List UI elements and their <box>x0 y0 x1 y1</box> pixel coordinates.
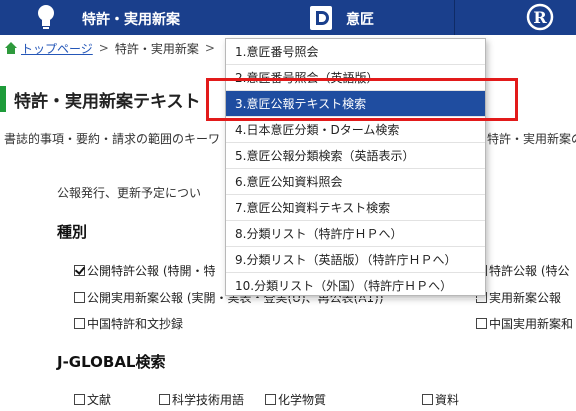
page-title-text: 特許・実用新案テキスト <box>14 91 201 112</box>
nav-design-label: 意匠 <box>346 12 374 28</box>
design-dropdown-menu: 1.意匠番号照会 2.意匠番号照会（英語版） 3.意匠公報テキスト検索 4.日本… <box>225 38 486 299</box>
checkbox-label: 実用新案公報 <box>489 291 562 305</box>
nav-divider <box>454 0 455 35</box>
menu-item-classification-list-english[interactable]: 9.分類リスト（英語版）（特許庁ＨＰへ） <box>226 247 485 273</box>
checkbox-row[interactable]: 化学物質 <box>265 391 326 408</box>
checkbox-label: 中国実用新案和 <box>489 317 574 331</box>
checkbox-row[interactable]: 文献 <box>74 391 111 408</box>
checkbox-label: 科学技術用語 <box>172 393 245 407</box>
checkbox[interactable] <box>74 292 85 303</box>
home-icon <box>5 42 17 54</box>
checkbox-label: 特許公報 (特公 <box>489 264 570 278</box>
breadcrumb-home-link[interactable]: トップページ <box>21 40 93 57</box>
highlight-annotation <box>206 78 518 121</box>
checkbox-row[interactable]: 公開特許公報 (特開・特 <box>74 262 216 279</box>
checkbox-label: 文献 <box>87 393 112 407</box>
checkbox-row[interactable]: 資料 <box>422 391 459 408</box>
svg-text:R: R <box>533 8 547 27</box>
menu-item-design-classification-english[interactable]: 5.意匠公報分類検索（英語表示） <box>226 143 485 169</box>
checkbox[interactable] <box>265 394 276 405</box>
page-description-right: 特許・実用新案の公 <box>487 132 576 146</box>
checkbox-label: 中国特許和文抄録 <box>87 317 184 331</box>
section-type-heading: 種別 <box>57 223 88 241</box>
registered-trademark-icon: R <box>526 3 554 31</box>
title-accent-bar <box>0 86 6 112</box>
checkbox[interactable] <box>74 265 85 276</box>
breadcrumb-current: 特許・実用新案 <box>114 41 199 56</box>
update-notice-text: 公報発行、更新予定につい <box>57 186 202 200</box>
design-icon <box>310 6 332 30</box>
checkbox[interactable] <box>422 394 433 405</box>
checkbox-label: 公開特許公報 (特開・特 <box>87 264 216 278</box>
section-jglobal-heading: J-GLOBAL検索 <box>57 353 166 371</box>
checkbox[interactable] <box>476 318 487 329</box>
lightbulb-icon <box>38 5 54 29</box>
checkbox-label: 資料 <box>435 393 460 407</box>
page-description: 書誌的事項・要約・請求の範囲のキーワ <box>4 132 221 146</box>
checkbox[interactable] <box>74 318 85 329</box>
checkbox-row[interactable]: 中国実用新案和 <box>476 315 573 332</box>
checkbox[interactable] <box>159 394 170 405</box>
checkbox-row[interactable]: 科学技術用語 <box>159 391 244 408</box>
breadcrumb-separator-2: > <box>204 41 215 55</box>
breadcrumb-separator: > <box>98 41 109 55</box>
top-navigation-bar: 特許・実用新案 意匠 R <box>0 0 576 35</box>
menu-item-design-known-material-inquiry[interactable]: 6.意匠公知資料照会 <box>226 169 485 195</box>
checkbox-row[interactable]: 実用新案公報 <box>476 289 561 306</box>
menu-item-design-known-material-text-search[interactable]: 7.意匠公知資料テキスト検索 <box>226 195 485 221</box>
checkbox-row[interactable]: 中国特許和文抄録 <box>74 315 183 332</box>
menu-item-classification-list[interactable]: 8.分類リスト（特許庁ＨＰへ） <box>226 221 485 247</box>
menu-item-design-number-inquiry[interactable]: 1.意匠番号照会 <box>226 39 485 65</box>
checkbox-label: 化学物質 <box>278 393 327 407</box>
checkbox-row[interactable]: 特許公報 (特公 <box>476 262 570 279</box>
nav-patent-label: 特許・実用新案 <box>82 12 180 28</box>
checkbox[interactable] <box>74 394 85 405</box>
menu-item-classification-list-foreign[interactable]: 10.分類リスト（外国）（特許庁ＨＰへ） <box>226 273 485 299</box>
